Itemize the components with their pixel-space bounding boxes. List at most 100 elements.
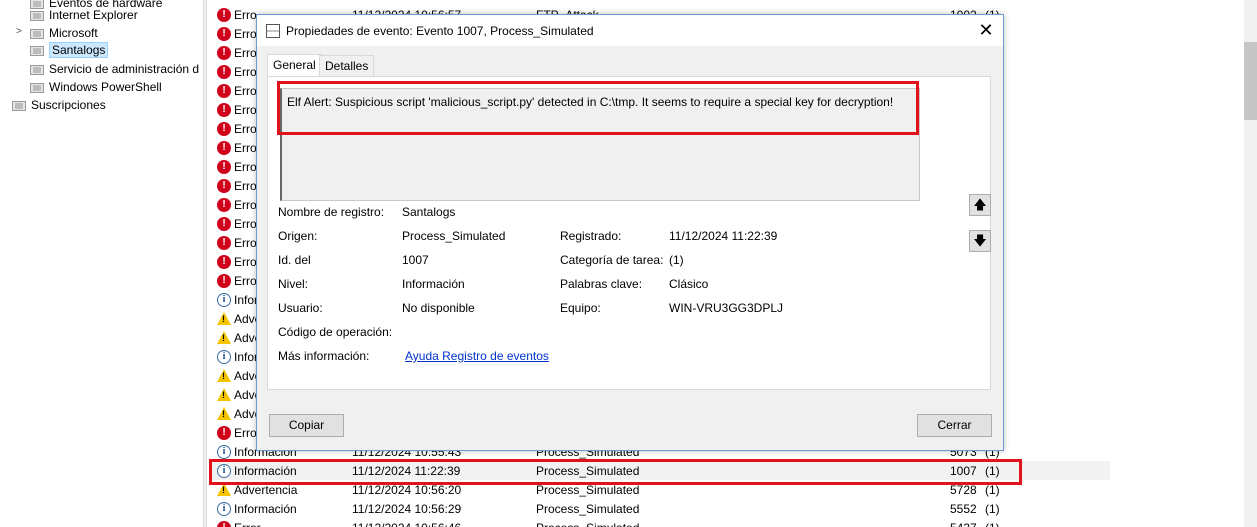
event-level: Erro <box>234 197 257 212</box>
event-date: 11/12/2024 10:56:20 <box>352 482 462 497</box>
level-label: Nivel: <box>278 277 309 291</box>
level-value: Información <box>402 277 465 291</box>
tree-item[interactable]: Windows PowerShell <box>30 78 162 96</box>
user-label: Usuario: <box>278 301 323 315</box>
event-source: Process_Simulated <box>536 521 639 527</box>
event-properties-dialog: Propiedades de evento: Evento 1007, Proc… <box>256 14 1004 451</box>
event-category: (1) <box>985 521 1000 527</box>
event-id: 1007 <box>950 463 977 478</box>
error-icon: ! <box>217 197 231 212</box>
event-date: 11/12/2024 10:56:46 <box>352 521 461 527</box>
log-tree-pane: Eventos de hardware Internet Explorer Micr… <box>0 0 203 527</box>
event-level: Erro <box>234 254 257 269</box>
scrollbar-thumb[interactable] <box>1244 42 1257 120</box>
error-icon: ! <box>217 45 231 60</box>
event-description-box[interactable]: Elf Alert: Suspicious script 'malicious_… <box>280 88 920 201</box>
source-value: Process_Simulated <box>402 229 506 243</box>
event-level: Infor <box>234 349 259 364</box>
event-row[interactable]: i Información 11/12/2024 11:22:39 Process_S… <box>210 461 1110 480</box>
dialog-title: Propiedades de evento: Evento 1007, Proc… <box>286 23 594 38</box>
arrow-up-icon: 🡅 <box>973 197 987 212</box>
event-id-label: Id. del <box>278 253 311 267</box>
event-level: Erro <box>234 140 257 155</box>
log-folder-icon <box>30 9 44 21</box>
event-level: Advertencia <box>234 482 298 497</box>
info-icon: i <box>217 349 231 364</box>
error-icon: ! <box>217 273 231 288</box>
error-icon: ! <box>217 425 231 440</box>
event-level: Erro <box>234 7 257 22</box>
log-folder-icon <box>30 27 44 39</box>
event-viewer-icon <box>266 23 280 38</box>
event-date: 11/12/2024 10:56:29 <box>352 501 462 516</box>
log-folder-icon <box>12 99 26 111</box>
event-category: (1) <box>985 482 1000 497</box>
event-id-value: 1007 <box>402 253 429 267</box>
tree-item-label: Santalogs <box>49 42 109 58</box>
event-source: Process_Simulated <box>536 501 640 516</box>
warning-icon: ! <box>217 312 231 325</box>
tree-item-label: Suscripciones <box>31 98 106 112</box>
error-icon: ! <box>217 235 231 250</box>
next-event-button[interactable]: 🡇 <box>969 230 991 252</box>
event-level: Error <box>234 521 261 527</box>
chevron-right-icon[interactable]: > <box>16 26 24 37</box>
tree-item-label: Windows PowerShell <box>49 80 162 94</box>
arrow-down-icon: 🡇 <box>973 233 987 248</box>
tree-item[interactable]: Suscripciones <box>12 96 106 114</box>
event-category: (1) <box>985 501 1000 516</box>
event-level: Erro <box>234 425 257 440</box>
tree-item[interactable]: Internet Explorer <box>30 6 138 24</box>
event-id: 5552 <box>950 501 977 516</box>
event-level: Información <box>234 463 297 478</box>
event-level: Erro <box>234 26 257 41</box>
tab-general[interactable]: General <box>267 54 322 77</box>
source-label: Origen: <box>278 229 318 243</box>
error-icon: ! <box>217 159 231 174</box>
event-level: Erro <box>234 159 257 174</box>
event-level: Erro <box>234 273 257 288</box>
warning-icon: ! <box>217 331 231 344</box>
info-icon: i <box>217 444 231 459</box>
close-button[interactable]: Cerrar <box>917 414 992 437</box>
pane-divider[interactable] <box>203 0 207 527</box>
log-name-label: Nombre de registro: <box>278 205 385 219</box>
event-level: Información <box>234 501 297 516</box>
more-info-link[interactable]: Ayuda Registro de eventos <box>405 349 549 363</box>
error-icon: ! <box>217 254 231 269</box>
warning-icon: ! <box>217 369 231 382</box>
event-level: Erro <box>234 235 257 250</box>
error-icon: ! <box>217 140 231 155</box>
log-folder-icon <box>30 44 44 56</box>
event-date: 11/12/2024 11:22:39 <box>352 463 461 478</box>
opcode-label: Código de operación: <box>278 325 393 339</box>
tab-detalles[interactable]: Detalles <box>319 55 375 76</box>
error-icon: ! <box>217 216 231 231</box>
tree-item[interactable]: Santalogs <box>30 41 109 59</box>
copy-button[interactable]: Copiar <box>269 414 344 437</box>
event-row[interactable]: ! Advertencia 11/12/2024 10:56:20 Process_S… <box>210 480 1110 499</box>
event-level: Erro <box>234 45 257 60</box>
close-icon[interactable]: ✕ <box>975 20 997 40</box>
general-tab-panel: Elf Alert: Suspicious script 'malicious_… <box>267 76 991 390</box>
task-category-label: Categoría de tarea: <box>560 253 664 267</box>
tree-item-label: Servicio de administración d <box>49 62 200 76</box>
event-level: Erro <box>234 64 257 79</box>
warning-icon: ! <box>217 483 231 496</box>
tree-item[interactable]: Microsoft <box>30 24 98 42</box>
error-icon: ! <box>217 64 231 79</box>
error-icon: ! <box>217 178 231 193</box>
log-folder-icon <box>30 81 44 93</box>
event-id: 5437 <box>950 521 977 527</box>
previous-event-button[interactable]: 🡅 <box>969 194 991 216</box>
event-row[interactable]: !Error 11/12/2024 10:56:46 Process_Simulat… <box>210 518 1110 527</box>
error-icon: ! <box>217 7 231 22</box>
dialog-titlebar[interactable]: Propiedades de evento: Evento 1007, Proc… <box>257 15 1003 46</box>
tree-item[interactable]: Servicio de administración d <box>30 60 199 78</box>
event-row[interactable]: i Información 11/12/2024 10:56:29 Process_S… <box>210 499 1110 518</box>
info-icon: i <box>217 463 231 478</box>
event-category: (1) <box>985 463 1000 478</box>
task-category-value: (1) <box>669 253 684 267</box>
event-level: Erro <box>234 178 257 193</box>
logged-label: Registrado: <box>560 229 622 243</box>
